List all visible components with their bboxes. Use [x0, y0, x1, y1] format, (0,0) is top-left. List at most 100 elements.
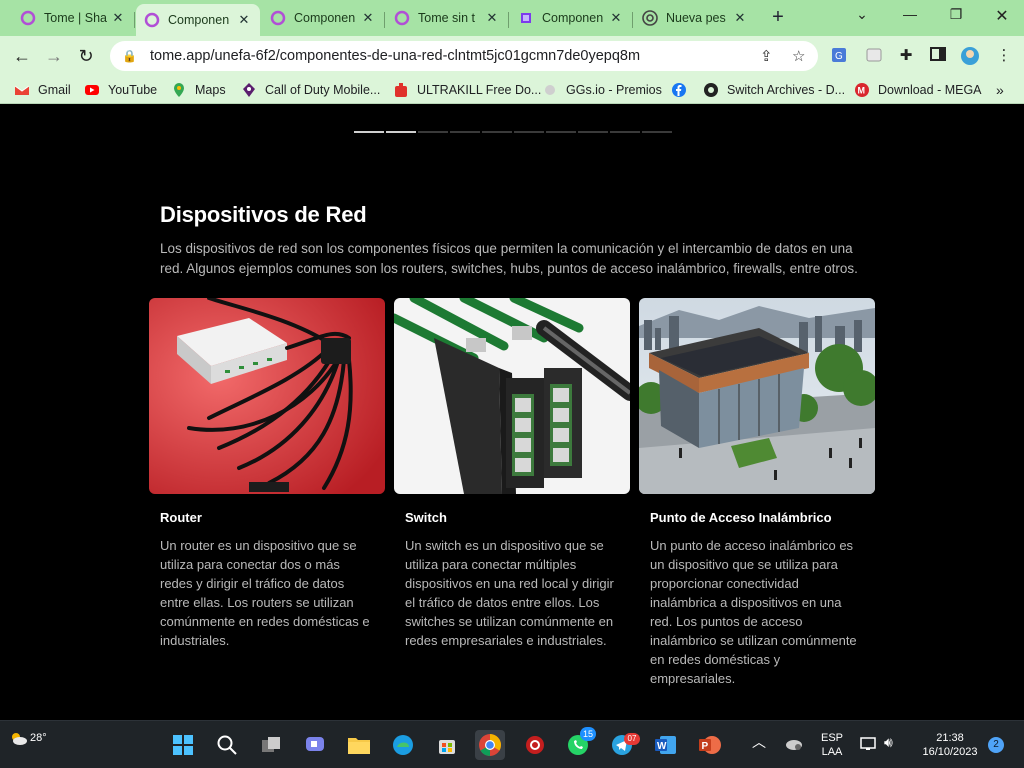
restore-button[interactable]: ❐ — [942, 6, 970, 26]
progress-segment[interactable] — [450, 131, 480, 133]
tome-icon — [394, 10, 410, 26]
progress-segment[interactable] — [386, 131, 416, 133]
close-icon[interactable]: ✕ — [732, 10, 748, 26]
progress-segment[interactable] — [546, 131, 576, 133]
powerpoint-icon: P — [699, 736, 721, 754]
card-access-point: Punto de Acceso Inalámbrico Un punto de … — [639, 298, 875, 686]
close-icon[interactable]: ✕ — [608, 10, 624, 26]
tab-label: Componen — [294, 11, 356, 25]
tab-tome-sin-titulo[interactable]: Tome sin t ✕ — [386, 4, 508, 32]
close-window-button[interactable]: ✕ — [988, 6, 1016, 26]
clock[interactable]: 21:38 16/10/2023 — [918, 731, 982, 759]
tome-icon — [20, 10, 36, 26]
svg-text:M: M — [858, 86, 866, 96]
back-button[interactable]: ← — [10, 44, 34, 68]
card-text: Un router es un dispositivo que se utili… — [160, 538, 370, 648]
progress-segment[interactable] — [514, 131, 544, 133]
building-image — [639, 298, 875, 494]
card-title: Punto de Acceso Inalámbrico — [650, 510, 832, 525]
close-icon[interactable]: ✕ — [484, 10, 500, 26]
slide-title: Dispositivos de Red — [160, 202, 367, 227]
profile-avatar[interactable] — [960, 46, 980, 66]
bookmark-youtube[interactable]: YouTube — [84, 81, 157, 99]
search-icon — [217, 735, 237, 755]
forward-button[interactable]: → — [42, 44, 66, 68]
share-icon[interactable]: ⇪ — [760, 47, 773, 65]
tab-componentes-3[interactable]: Componen ✕ — [510, 4, 632, 32]
bookmark-ggs[interactable]: GGs.io - Premios — [542, 81, 662, 99]
tab-nueva-pestana[interactable]: Nueva pes ✕ — [634, 4, 756, 32]
tome-icon — [144, 12, 160, 28]
mega-icon: M — [855, 83, 869, 97]
tab-componentes-active[interactable]: Componen ✕ — [136, 4, 260, 36]
teams-chat-button[interactable] — [300, 730, 330, 760]
store-button[interactable] — [432, 730, 462, 760]
progress-segment[interactable] — [354, 131, 384, 133]
router-image — [149, 298, 385, 494]
language-indicator[interactable]: ESP LAA — [818, 731, 846, 759]
task-view-icon — [262, 737, 280, 752]
bookmark-ultrakill[interactable]: ULTRAKILL Free Do... — [393, 81, 541, 99]
bookmark-facebook[interactable] — [671, 81, 695, 99]
ggs-icon — [545, 85, 555, 95]
tab-strip: Tome | Sha ✕ Componen ✕ Componen ✕ Tome … — [0, 0, 1024, 36]
card-router: Router Un router es un dispositivo que s… — [149, 298, 385, 648]
windows-taskbar: 28° 15 07 W P ︿ ESP LAA 🔊︎ 21:38 16/10/2… — [0, 720, 1024, 768]
file-explorer-button[interactable] — [344, 730, 374, 760]
bookmark-switch-archives[interactable]: Switch Archives - D... — [703, 81, 845, 99]
edge-button[interactable] — [388, 730, 418, 760]
close-icon[interactable]: ✕ — [360, 10, 376, 26]
bookmarks-overflow[interactable]: » — [996, 81, 1004, 99]
tab-label: Nueva pes — [666, 11, 726, 25]
network-icon[interactable] — [860, 736, 878, 756]
onedrive-icon[interactable] — [784, 735, 804, 755]
chrome-button[interactable] — [475, 730, 505, 760]
tab-componentes-2[interactable]: Componen ✕ — [262, 4, 384, 32]
tray-overflow-chevron-icon[interactable]: ︿ — [752, 735, 766, 749]
slide-progress — [354, 131, 672, 133]
progress-segment[interactable] — [418, 131, 448, 133]
tab-search-icon[interactable]: ⌄ — [848, 6, 876, 26]
bookmark-gmail[interactable]: Gmail — [14, 81, 71, 99]
task-view-button[interactable] — [256, 730, 286, 760]
powerpoint-button[interactable]: P — [695, 730, 725, 760]
maps-pin-icon — [174, 83, 184, 97]
start-button[interactable] — [168, 730, 198, 760]
bookmark-star-icon[interactable]: ☆ — [792, 47, 805, 65]
puzzle-icon[interactable]: ✚ — [896, 46, 916, 66]
menu-icon[interactable]: ⋮ — [994, 46, 1014, 66]
progress-segment[interactable] — [610, 131, 640, 133]
word-icon: W — [655, 736, 676, 754]
bookmark-mega[interactable]: M Download - MEGA — [854, 81, 982, 99]
extension-icon[interactable] — [864, 46, 884, 66]
progress-segment[interactable] — [642, 131, 672, 133]
side-panel-icon[interactable] — [928, 46, 948, 66]
url-text: tome.app/unefa-6f2/componentes-de-una-re… — [150, 48, 641, 64]
reload-button[interactable]: ↻ — [74, 44, 98, 68]
game-app-button[interactable] — [520, 730, 550, 760]
close-icon[interactable]: ✕ — [236, 12, 252, 28]
whatsapp-badge: 15 — [580, 727, 596, 741]
address-bar[interactable]: 🔒 tome.app/unefa-6f2/componentes-de-una-… — [110, 41, 818, 71]
slide-intro: Los dispositivos de red son los componen… — [160, 241, 858, 276]
tome-icon — [270, 10, 286, 26]
crosshair-icon — [526, 736, 544, 754]
progress-segment[interactable] — [578, 131, 608, 133]
tab-tome-share[interactable]: Tome | Sha ✕ — [12, 4, 134, 32]
weather-widget[interactable]: 28° — [8, 729, 47, 747]
notification-badge[interactable]: 2 — [988, 737, 1004, 753]
gmail-icon — [14, 85, 30, 95]
bookmark-maps[interactable]: Maps — [171, 81, 226, 99]
bookmark-call-of-duty[interactable]: Call of Duty Mobile... — [241, 81, 380, 99]
progress-segment[interactable] — [482, 131, 512, 133]
translate-extension-icon[interactable]: G — [830, 46, 850, 66]
card-text: Un switch es un dispositivo que se utili… — [405, 538, 614, 648]
folder-icon — [348, 738, 370, 754]
minimize-button[interactable]: — — [896, 6, 924, 26]
search-button[interactable] — [212, 730, 242, 760]
volume-icon[interactable]: 🔊︎ — [884, 735, 893, 749]
new-tab-button[interactable]: + — [766, 6, 790, 30]
close-icon[interactable]: ✕ — [110, 10, 126, 26]
switch-archives-icon — [704, 83, 718, 97]
word-button[interactable]: W — [651, 730, 681, 760]
